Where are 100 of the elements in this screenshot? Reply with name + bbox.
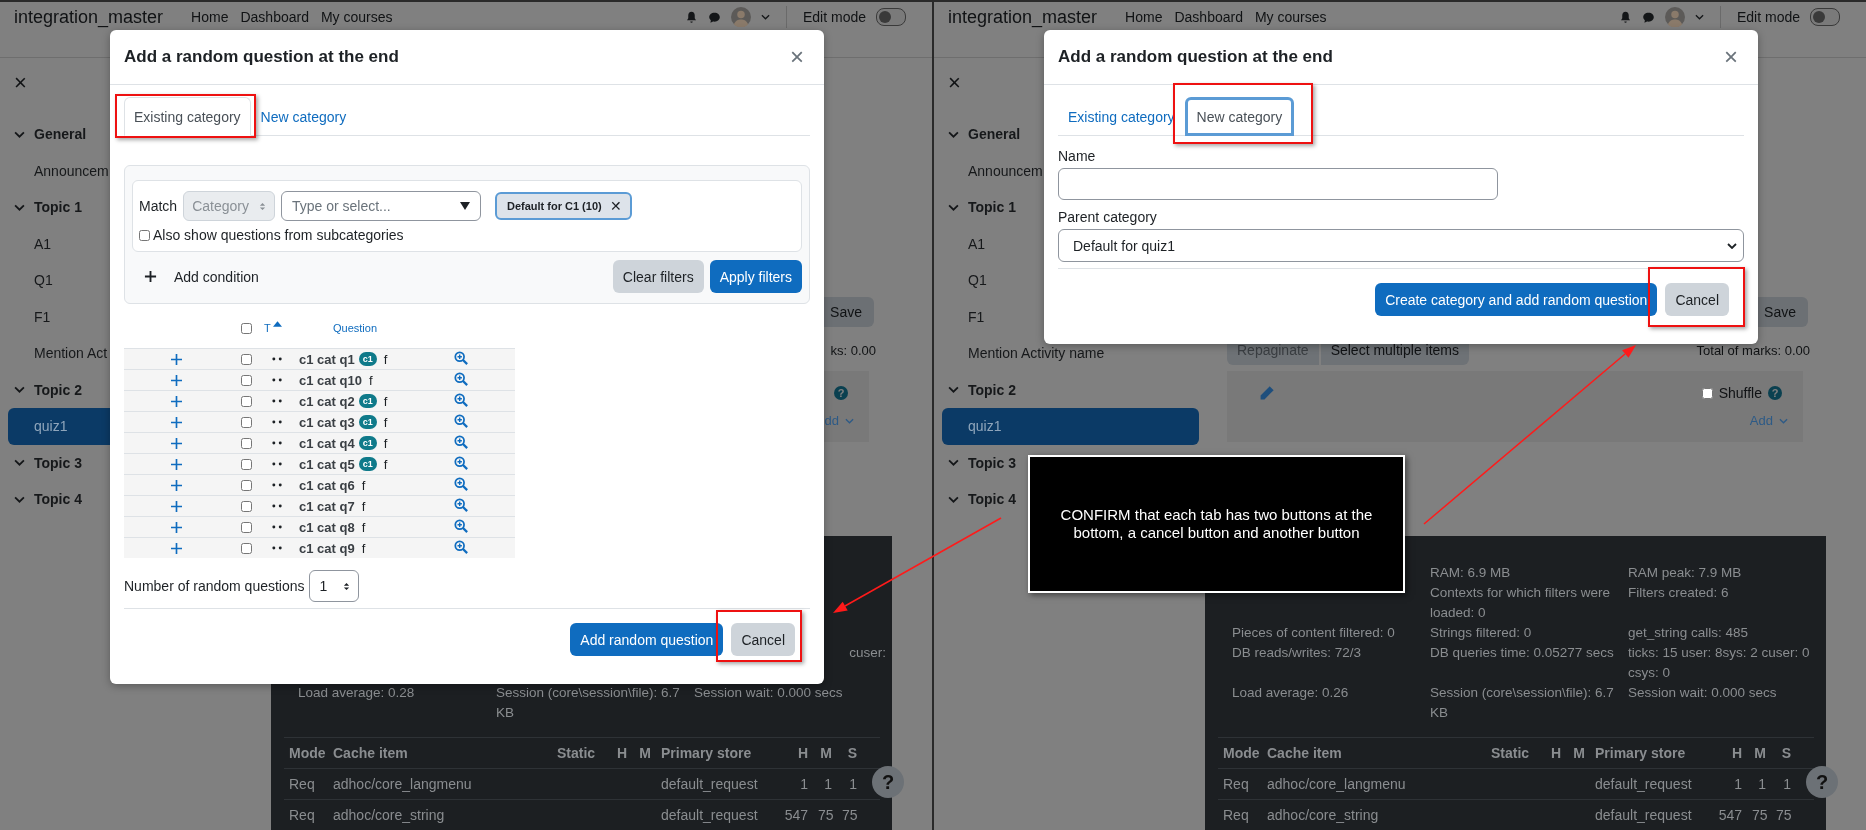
section-item[interactable]: Topic 4 bbox=[934, 481, 1020, 518]
activity-item[interactable]: Q1 bbox=[0, 262, 57, 299]
activity-item[interactable]: F1 bbox=[0, 298, 55, 335]
help-icon[interactable]: ? bbox=[1768, 386, 1782, 400]
tab[interactable]: New category bbox=[1184, 97, 1295, 136]
add-plus-icon[interactable] bbox=[170, 458, 182, 470]
preview-icon[interactable] bbox=[454, 371, 468, 386]
chat-icon[interactable] bbox=[1641, 10, 1655, 24]
chevron-icon[interactable] bbox=[14, 495, 25, 503]
row-checkbox[interactable] bbox=[240, 479, 252, 491]
condition-select[interactable]: Category bbox=[183, 191, 275, 221]
chevron-icon[interactable] bbox=[14, 386, 25, 394]
nav-link[interactable]: My courses bbox=[320, 6, 393, 28]
activity-item[interactable]: A1 bbox=[934, 225, 990, 262]
chevron-icon[interactable] bbox=[14, 459, 25, 467]
preview-icon[interactable] bbox=[454, 350, 468, 365]
preview-icon[interactable] bbox=[454, 392, 468, 407]
plus-icon[interactable] bbox=[144, 270, 157, 283]
activity-item[interactable]: A1 bbox=[0, 225, 56, 262]
caret-icon[interactable] bbox=[760, 14, 770, 20]
add-plus-icon[interactable] bbox=[170, 542, 182, 554]
row-checkbox[interactable] bbox=[240, 500, 252, 512]
activity-item[interactable]: Mention Act bbox=[0, 335, 112, 372]
section-item[interactable]: Topic 1 bbox=[0, 189, 86, 226]
subcategories-checkbox[interactable] bbox=[139, 229, 150, 241]
preview-icon[interactable] bbox=[454, 455, 468, 470]
preview-icon[interactable] bbox=[454, 497, 468, 512]
activity-item[interactable]: Announcem bbox=[0, 152, 113, 189]
section-item[interactable]: Topic 4 bbox=[0, 481, 86, 518]
search-field[interactable]: Type or select... bbox=[280, 191, 481, 221]
row-checkbox[interactable] bbox=[240, 458, 252, 470]
chevron-icon[interactable] bbox=[948, 459, 959, 467]
row-checkbox[interactable] bbox=[240, 395, 252, 407]
row-checkbox[interactable] bbox=[240, 521, 252, 533]
activity-item[interactable]: Mention Activity name bbox=[934, 335, 1109, 372]
chat-icon[interactable] bbox=[707, 10, 721, 24]
close-icon[interactable]: × bbox=[14, 68, 27, 98]
add-plus-icon[interactable] bbox=[170, 521, 182, 533]
help-button[interactable]: ? bbox=[1806, 766, 1838, 798]
preview-icon[interactable] bbox=[454, 476, 468, 491]
dialog-button[interactable]: Cancel bbox=[1665, 283, 1729, 316]
row-checkbox[interactable] bbox=[240, 416, 252, 428]
add-condition-label[interactable]: Add condition bbox=[174, 268, 259, 285]
caret-icon[interactable] bbox=[1694, 14, 1704, 20]
site-name[interactable]: integration_master bbox=[948, 6, 1098, 28]
row-checkbox[interactable] bbox=[240, 437, 252, 449]
section-item[interactable]: Topic 3 bbox=[0, 444, 86, 481]
dropdown-icon[interactable] bbox=[459, 202, 470, 210]
site-name[interactable]: integration_master bbox=[14, 6, 164, 28]
tab[interactable]: New category bbox=[250, 97, 357, 136]
activity-item[interactable]: quiz1 bbox=[942, 408, 1199, 445]
section-item[interactable]: Topic 3 bbox=[934, 444, 1020, 481]
add-plus-icon[interactable] bbox=[170, 500, 182, 512]
chevron-icon[interactable] bbox=[14, 130, 25, 138]
clear-filters-button[interactable]: Clear filters bbox=[612, 260, 704, 293]
edit-mode-toggle[interactable] bbox=[876, 8, 906, 26]
activity-item[interactable]: Q1 bbox=[934, 262, 991, 299]
nav-link[interactable]: My courses bbox=[1254, 6, 1327, 28]
dialog-button[interactable]: Cancel bbox=[731, 623, 795, 656]
preview-icon[interactable] bbox=[454, 413, 468, 428]
add-plus-icon[interactable] bbox=[170, 416, 182, 428]
section-item[interactable]: Topic 1 bbox=[934, 189, 1020, 226]
row-checkbox[interactable] bbox=[240, 374, 252, 386]
help-icon[interactable]: ? bbox=[834, 386, 848, 400]
apply-filters-button[interactable]: Apply filters bbox=[709, 260, 802, 293]
chevron-icon[interactable] bbox=[948, 130, 959, 138]
add-plus-icon[interactable] bbox=[170, 479, 182, 491]
close-button[interactable]: × bbox=[1720, 45, 1742, 69]
close-button[interactable]: × bbox=[786, 45, 808, 69]
name-input-field[interactable] bbox=[1058, 168, 1498, 200]
add-plus-icon[interactable] bbox=[170, 437, 182, 449]
close-icon[interactable]: × bbox=[948, 68, 961, 98]
preview-icon[interactable] bbox=[454, 539, 468, 554]
dialog-button[interactable]: Create category and add random question bbox=[1375, 283, 1658, 316]
preview-icon[interactable] bbox=[454, 518, 468, 533]
select-all-checkbox[interactable] bbox=[240, 322, 252, 334]
section-item[interactable]: Topic 2 bbox=[0, 371, 86, 408]
nav-link[interactable]: Dashboard bbox=[240, 6, 309, 28]
section-item[interactable]: General bbox=[0, 116, 91, 153]
dialog-button[interactable]: Add random question bbox=[570, 623, 724, 656]
section-item[interactable]: Topic 2 bbox=[934, 371, 1020, 408]
tab[interactable]: Existing category bbox=[1058, 97, 1185, 136]
row-checkbox[interactable] bbox=[240, 542, 252, 554]
category-chip[interactable]: Default for C1 (10) ✕ bbox=[494, 192, 632, 220]
nav-link[interactable]: Dashboard bbox=[1174, 6, 1243, 28]
section-item[interactable]: General bbox=[934, 116, 1025, 153]
nav-link[interactable]: Home bbox=[1125, 6, 1163, 28]
help-button[interactable]: ? bbox=[872, 766, 904, 798]
count-select[interactable]: 1 bbox=[308, 570, 359, 602]
chevron-icon[interactable] bbox=[948, 495, 959, 503]
chevron-icon[interactable] bbox=[948, 386, 959, 394]
nav-link[interactable]: Home bbox=[191, 6, 229, 28]
question-sort-link[interactable]: Question bbox=[291, 322, 515, 334]
type-sort-link[interactable]: T bbox=[264, 322, 271, 334]
activity-item[interactable]: Announcem bbox=[934, 152, 1047, 189]
shuffle-checkbox[interactable] bbox=[1701, 387, 1713, 399]
parent-category-select[interactable]: Default for quiz1 bbox=[1058, 229, 1744, 262]
add-plus-icon[interactable] bbox=[170, 353, 182, 365]
edit-mode-toggle[interactable] bbox=[1810, 8, 1840, 26]
row-checkbox[interactable] bbox=[240, 353, 252, 365]
